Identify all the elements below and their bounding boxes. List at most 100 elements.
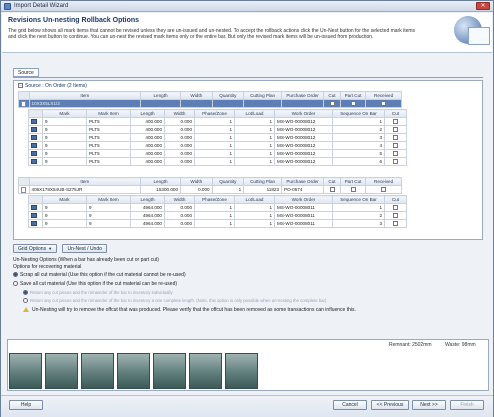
table-row[interactable]: 9 PLT5 400.000 0.000 1 1 MS-WO-00008012 … (28, 133, 407, 142)
cut-checkbox[interactable] (393, 221, 398, 227)
sub-radio-1-row[interactable]: Return any cut pieces and the remainder … (23, 290, 463, 296)
mark-gutter-header (28, 109, 43, 118)
item-row[interactable]: 406X178X54UB-S275JR 15300.000 0.000 1 11… (18, 185, 402, 194)
radio-scrap[interactable] (13, 272, 18, 278)
cut-checkbox[interactable] (393, 143, 398, 149)
radio-save[interactable] (13, 281, 18, 287)
table-row[interactable]: 9 PLT5 400.000 0.000 1 1 MS-WO-00008012 … (28, 157, 407, 166)
col-length[interactable]: Length (140, 177, 182, 186)
help-button[interactable]: Help (9, 400, 43, 410)
col-phase-zone[interactable]: Phase/Zone (194, 109, 235, 118)
col-mark[interactable]: Mark (42, 195, 87, 204)
collapse-icon[interactable]: − (18, 83, 23, 88)
bar-segments (9, 353, 269, 389)
col-received[interactable]: Received (365, 91, 402, 100)
col-lot-load[interactable]: Lot/Load (234, 195, 275, 204)
close-icon[interactable]: ✕ (476, 2, 490, 10)
col-mark-cut[interactable]: Cut (384, 109, 407, 118)
mark-icon (31, 119, 37, 125)
radio-save-row[interactable]: Save all cut material (Use this option i… (13, 281, 473, 287)
cell-width: 0.000 (164, 219, 195, 228)
col-purchase-order[interactable]: Purchase Order (281, 91, 325, 100)
recover-heading: Options for recovering material (13, 264, 82, 270)
grid-options-dropdown[interactable]: Grid Options ▼ (13, 244, 58, 253)
finish-button[interactable]: Finish (450, 400, 484, 410)
received-checkbox[interactable] (381, 187, 387, 193)
sub-radio-2[interactable] (23, 298, 28, 304)
table-row[interactable]: 9 PLT5 400.000 0.000 1 1 MS-WO-00008012 … (28, 125, 407, 134)
col-sequence-on-bar[interactable]: Sequence On Bar (332, 195, 385, 204)
col-mark-item[interactable]: Mark Item (86, 109, 131, 118)
cut-checkbox[interactable] (329, 187, 335, 193)
unnest-undo-button[interactable]: Un-Nest / Undo (62, 244, 107, 253)
table-row[interactable]: 9 9 4964.000 0.000 1 1 MS-WO-00008011 2 (28, 211, 407, 220)
cell-length: 400.000 (130, 149, 165, 158)
col-length[interactable]: Length (140, 91, 182, 100)
table-row[interactable]: 9 PLT5 400.000 0.000 1 1 MS-WO-00008012 … (28, 149, 407, 158)
unnest-grid[interactable]: − Source : On Order (2 Items) Item Length… (13, 80, 483, 240)
col-part-cut[interactable]: Part Cut (339, 177, 367, 186)
cut-checkbox[interactable] (393, 135, 398, 141)
cell-phase: 1 (194, 125, 235, 134)
col-part-cut[interactable]: Part Cut (339, 91, 367, 100)
col-mark-length[interactable]: Length (130, 109, 165, 118)
col-item[interactable]: Item (28, 91, 142, 100)
bar-segment (45, 353, 78, 389)
sub-radio-1[interactable] (23, 290, 28, 296)
cancel-button[interactable]: Cancel (333, 400, 367, 410)
item-row[interactable]: 10X3X5LX1/2 (18, 99, 402, 108)
col-mark-width[interactable]: Width (164, 195, 195, 204)
cut-checkbox[interactable] (393, 159, 398, 165)
warning-row: Un-Nesting will try to remove the offcut… (23, 307, 483, 313)
tab-bar: Source (13, 68, 39, 77)
col-mark-length[interactable]: Length (130, 195, 165, 204)
table-row[interactable]: 9 9 4964.000 0.000 1 1 MS-WO-00008011 3 (28, 219, 407, 228)
col-width[interactable]: Width (180, 91, 213, 100)
col-quantity[interactable]: Quantity (211, 177, 245, 186)
cell-seq: 3 (332, 133, 385, 142)
cut-checkbox[interactable] (393, 119, 398, 125)
cut-checkbox[interactable] (393, 213, 398, 219)
previous-button[interactable]: << Previous (371, 400, 409, 410)
part-cut-checkbox[interactable] (350, 101, 356, 107)
col-cut[interactable]: Cut (323, 177, 341, 186)
part-cut-checkbox[interactable] (350, 187, 356, 193)
col-sequence-on-bar[interactable]: Sequence On Bar (332, 109, 385, 118)
tab-source[interactable]: Source (13, 68, 39, 77)
col-work-order[interactable]: Work Order (274, 109, 333, 118)
col-mark[interactable]: Mark (42, 109, 87, 118)
col-received[interactable]: Received (365, 177, 402, 186)
radio-save-label: Save all cut material (Use this option i… (20, 281, 178, 287)
col-purchase-order[interactable]: Purchase Order (281, 177, 325, 186)
cut-checkbox[interactable] (393, 127, 398, 133)
col-cutting-plan[interactable]: Cutting Plan (243, 91, 283, 100)
next-button[interactable]: Next >> (412, 400, 446, 410)
mark-icon (31, 143, 37, 149)
col-cutting-plan[interactable]: Cutting Plan (243, 177, 283, 186)
remnant-value: Remnant: 2502mm (389, 342, 432, 348)
col-mark-cut[interactable]: Cut (384, 195, 407, 204)
col-cut[interactable]: Cut (323, 91, 341, 100)
col-item[interactable]: Item (28, 177, 142, 186)
received-checkbox[interactable] (381, 101, 387, 107)
bar-segment (153, 353, 186, 389)
col-mark-item[interactable]: Mark Item (86, 195, 131, 204)
cut-checkbox[interactable] (393, 205, 398, 211)
cut-checkbox[interactable] (393, 151, 398, 157)
cut-checkbox[interactable] (329, 101, 335, 107)
col-phase-zone[interactable]: Phase/Zone (194, 195, 235, 204)
table-row[interactable]: 9 PLT5 400.000 0.000 1 1 MS-WO-00008012 … (28, 117, 407, 126)
sub-radio-2-row[interactable]: Return any cut pieces and the remainder … (23, 298, 473, 304)
table-row[interactable]: 9 9 4964.000 0.000 1 1 MS-WO-00008011 1 (28, 203, 407, 212)
col-mark-width[interactable]: Width (164, 109, 195, 118)
cell-work-order: MS-WO-00008011 (274, 219, 333, 228)
cell-lot: 1 (234, 149, 275, 158)
radio-scrap-row[interactable]: Scrap all cut material (Use this option … (13, 272, 473, 278)
warning-icon (23, 307, 29, 313)
col-quantity[interactable]: Quantity (211, 91, 245, 100)
col-work-order[interactable]: Work Order (274, 195, 333, 204)
table-row[interactable]: 9 PLT5 400.000 0.000 1 1 MS-WO-00008012 … (28, 141, 407, 150)
col-width[interactable]: Width (180, 177, 213, 186)
cell-work-order: MS-WO-00008012 (274, 133, 333, 142)
col-lot-load[interactable]: Lot/Load (234, 109, 275, 118)
